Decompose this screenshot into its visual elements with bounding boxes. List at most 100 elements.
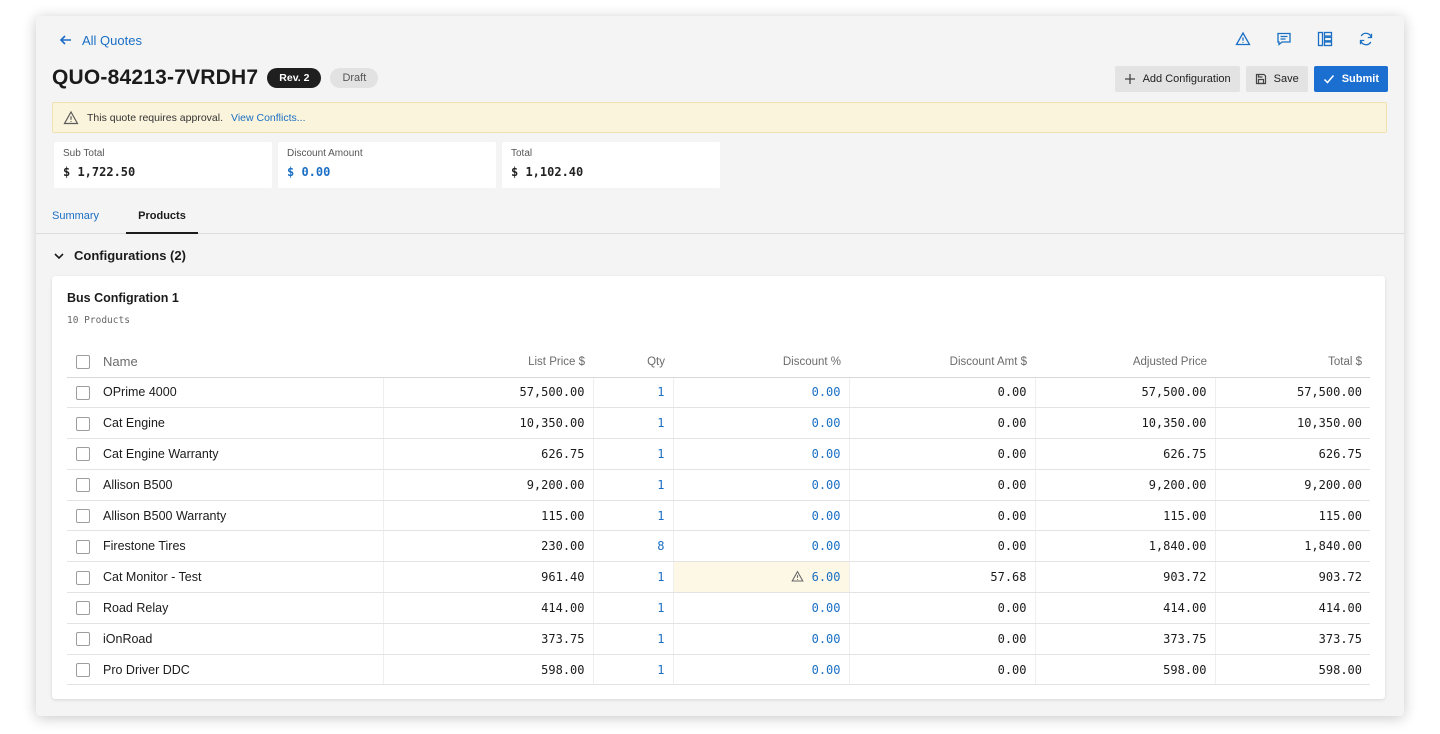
- revision-badge: Rev. 2: [267, 68, 322, 88]
- discount-percent-value: 0.00: [811, 416, 841, 431]
- table-row[interactable]: Road Relay 414.00 1 0.00 0.00 414.00 414.00: [67, 592, 1370, 624]
- discount-percent-cell[interactable]: 0.00: [673, 469, 850, 501]
- row-checkbox[interactable]: [76, 508, 90, 523]
- adjusted-price: 414.00: [1035, 592, 1216, 624]
- discount-percent-cell[interactable]: 0.00: [673, 592, 850, 624]
- quantity-value[interactable]: 1: [593, 592, 674, 624]
- table-row[interactable]: Allison B500 9,200.00 1 0.00 0.00 9,200.00 9,2…: [67, 469, 1370, 501]
- table-row[interactable]: Cat Monitor - Test 961.40 1 6.00 57.68 903.72…: [67, 561, 1370, 594]
- layout-icon[interactable]: [1314, 28, 1335, 49]
- discount-percent-cell[interactable]: 0.00: [673, 438, 850, 470]
- alert-message: This quote requires approval.: [87, 111, 223, 124]
- column-header-qty[interactable]: Qty: [593, 347, 673, 378]
- subtotal-label: Sub Total: [63, 148, 105, 159]
- quantity-value[interactable]: 1: [593, 623, 674, 655]
- row-total: 115.00: [1215, 500, 1370, 532]
- back-to-all-quotes-link[interactable]: All Quotes: [58, 32, 142, 48]
- row-checkbox[interactable]: [76, 478, 90, 493]
- row-checkbox[interactable]: [76, 662, 90, 677]
- discount-percent-value: 0.00: [811, 508, 841, 523]
- discount-amount: 0.00: [849, 469, 1036, 501]
- quote-title-row: QUO-84213-7VRDH7 Rev. 2 Draft: [52, 66, 379, 90]
- discount-percent-cell[interactable]: 6.00: [673, 561, 850, 594]
- comment-icon[interactable]: [1273, 28, 1294, 49]
- row-select-cell: [67, 438, 99, 470]
- discount-amount-value[interactable]: $ 0.00: [287, 165, 487, 179]
- quantity-value[interactable]: 1: [593, 654, 674, 686]
- configurations-toggle[interactable]: Configurations (2): [53, 248, 186, 263]
- discount-amount-card: Discount Amount $ 0.00: [278, 142, 496, 188]
- row-select-cell: [67, 530, 99, 563]
- quantity-value[interactable]: 1: [593, 407, 674, 440]
- discount-percent-cell[interactable]: 0.00: [673, 530, 850, 563]
- discount-percent-cell[interactable]: 0.00: [673, 654, 850, 686]
- quantity-value[interactable]: 1: [593, 377, 674, 409]
- total-label: Total: [511, 148, 533, 159]
- product-name: Firestone Tires: [99, 530, 384, 563]
- table-row[interactable]: Cat Engine Warranty 626.75 1 0.00 0.00 626.75…: [67, 438, 1370, 470]
- row-total: 1,840.00: [1215, 530, 1370, 563]
- row-checkbox[interactable]: [76, 385, 90, 400]
- row-checkbox[interactable]: [76, 416, 90, 431]
- table-row[interactable]: Firestone Tires 230.00 8 0.00 0.00 1,840.00 1,…: [67, 530, 1370, 563]
- list-price: 57,500.00: [383, 377, 594, 409]
- row-checkbox[interactable]: [76, 601, 90, 616]
- column-header-discount-pct[interactable]: Discount %: [673, 347, 849, 378]
- row-select-cell: [67, 407, 99, 440]
- arrow-left-icon: [59, 35, 71, 45]
- warning-icon[interactable]: [1232, 28, 1253, 49]
- product-name: Cat Engine Warranty: [99, 438, 384, 470]
- discount-percent-cell[interactable]: 0.00: [673, 407, 850, 440]
- product-count: 10 Products: [67, 315, 130, 326]
- tab-products[interactable]: Products: [126, 210, 198, 234]
- column-header-name[interactable]: Name: [99, 347, 383, 378]
- row-checkbox[interactable]: [76, 539, 90, 554]
- submit-button[interactable]: Submit: [1313, 66, 1388, 92]
- save-button[interactable]: Save: [1245, 66, 1308, 92]
- table-row[interactable]: iOnRoad 373.75 1 0.00 0.00 373.75 373.75: [67, 623, 1370, 655]
- quantity-value[interactable]: 1: [593, 500, 674, 532]
- column-header-adjusted-price[interactable]: Adjusted Price: [1035, 347, 1215, 378]
- product-name: Cat Monitor - Test: [99, 561, 384, 594]
- row-select-cell: [67, 377, 99, 409]
- row-total: 373.75: [1215, 623, 1370, 655]
- row-checkbox[interactable]: [76, 570, 90, 585]
- quantity-value[interactable]: 1: [593, 561, 674, 594]
- row-total: 57,500.00: [1215, 377, 1370, 409]
- add-configuration-button[interactable]: Add Configuration: [1114, 66, 1240, 92]
- tab-summary[interactable]: Summary: [52, 210, 99, 222]
- row-checkbox[interactable]: [76, 632, 90, 647]
- discount-percent-value: 0.00: [811, 600, 841, 615]
- refresh-icon[interactable]: [1355, 28, 1376, 49]
- view-conflicts-link[interactable]: View Conflicts...: [231, 112, 306, 124]
- discount-amount: 0.00: [849, 623, 1036, 655]
- discount-amount: 57.68: [849, 561, 1036, 594]
- row-checkbox[interactable]: [76, 447, 90, 462]
- column-header-discount-amt[interactable]: Discount Amt $: [849, 347, 1035, 378]
- table-row[interactable]: Allison B500 Warranty 115.00 1 0.00 0.00 115.…: [67, 500, 1370, 532]
- quantity-value[interactable]: 1: [593, 469, 674, 501]
- subtotal-card: Sub Total $ 1,722.50: [54, 142, 272, 188]
- configurations-header: Configurations (2): [74, 248, 186, 263]
- quantity-value[interactable]: 8: [593, 530, 674, 563]
- discount-percent-cell[interactable]: 0.00: [673, 377, 850, 409]
- warning-icon: [790, 570, 804, 582]
- list-price: 9,200.00: [383, 469, 594, 501]
- select-all-checkbox[interactable]: [76, 354, 90, 369]
- table-row[interactable]: OPrime 4000 57,500.00 1 0.00 0.00 57,500.00 57…: [67, 377, 1370, 409]
- table-row[interactable]: Cat Engine 10,350.00 1 0.00 0.00 10,350.00 10,…: [67, 407, 1370, 440]
- row-total: 903.72: [1215, 561, 1370, 594]
- product-name: Cat Engine: [99, 407, 384, 440]
- discount-percent-cell[interactable]: 0.00: [673, 623, 850, 655]
- row-select-cell: [67, 623, 99, 655]
- discount-amount-label: Discount Amount: [287, 148, 363, 159]
- column-header-total[interactable]: Total $: [1215, 347, 1370, 378]
- column-header-list-price[interactable]: List Price $: [383, 347, 593, 378]
- discount-amount: 0.00: [849, 592, 1036, 624]
- list-price: 414.00: [383, 592, 594, 624]
- discount-percent-cell[interactable]: 0.00: [673, 500, 850, 532]
- quantity-value[interactable]: 1: [593, 438, 674, 470]
- top-toolbar: [1232, 28, 1376, 49]
- discount-percent-value: 0.00: [811, 539, 841, 554]
- table-row[interactable]: Pro Driver DDC 598.00 1 0.00 0.00 598.00 598.0…: [67, 654, 1370, 686]
